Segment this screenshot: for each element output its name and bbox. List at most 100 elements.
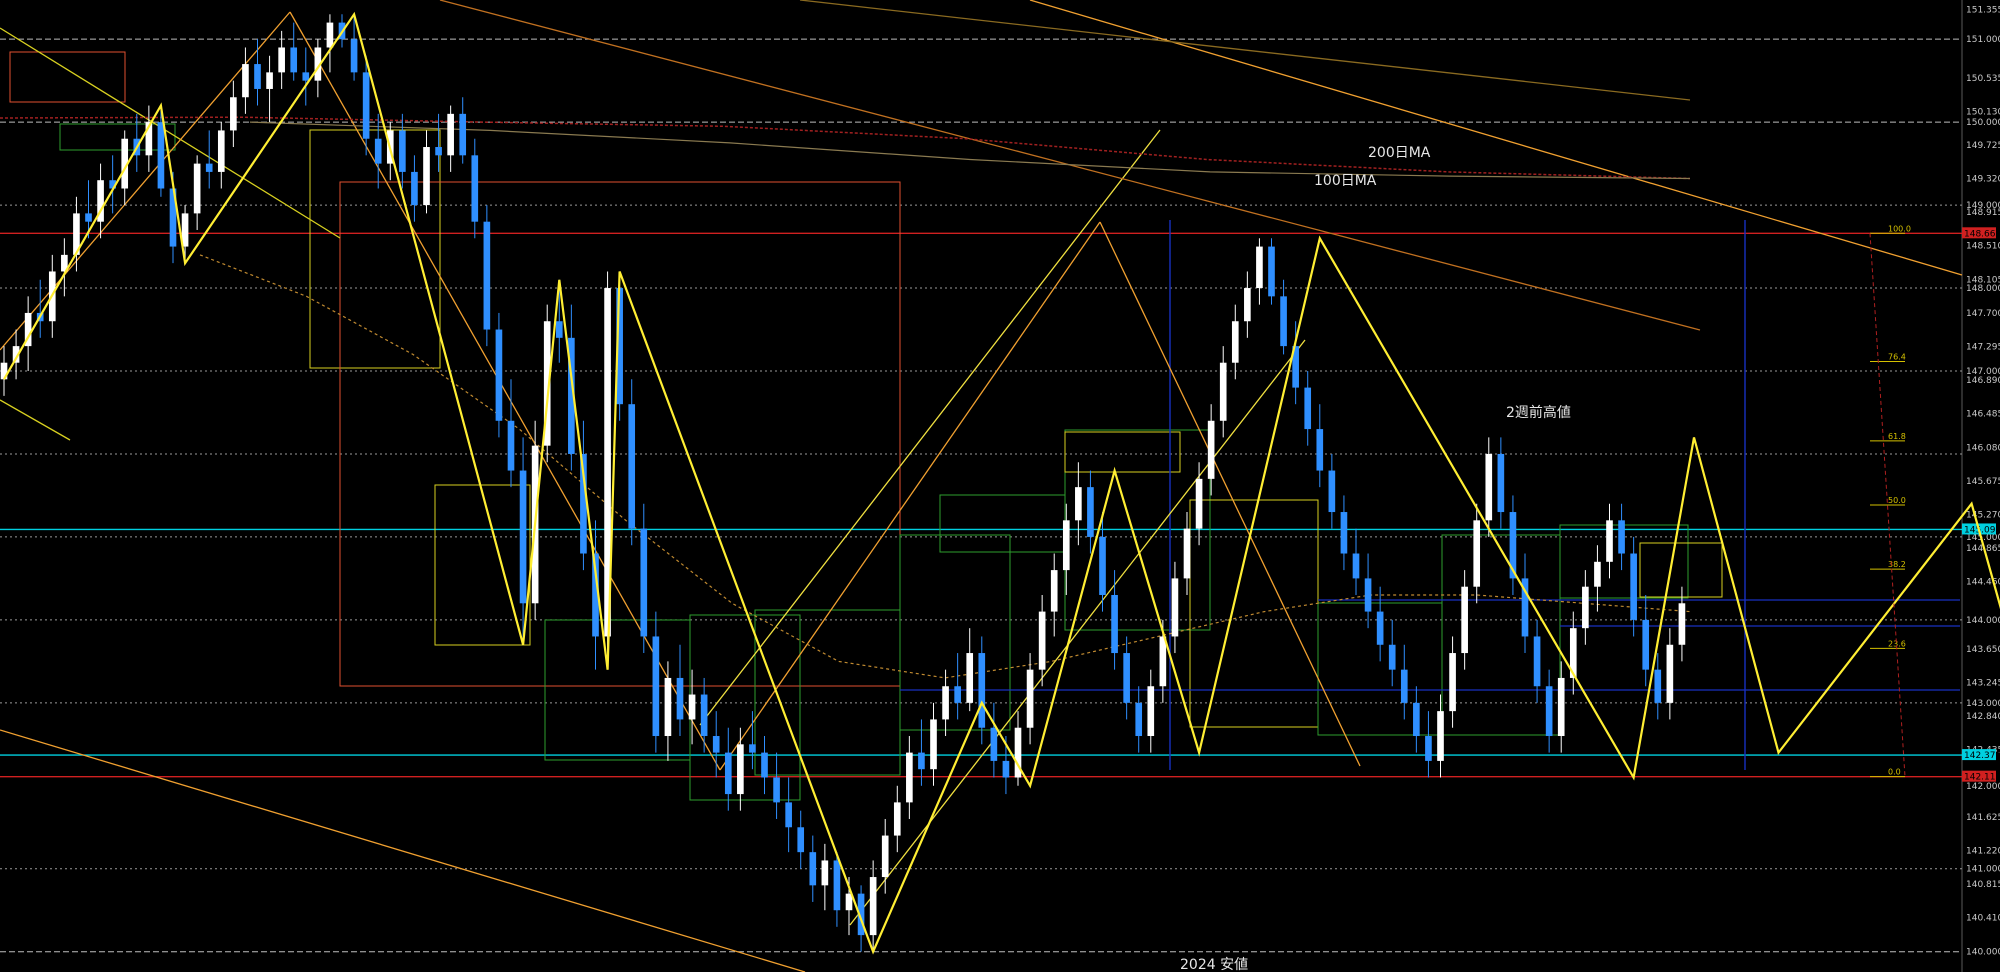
candle-body — [833, 860, 841, 911]
candle-body — [471, 155, 479, 222]
candle-body — [459, 113, 467, 156]
candle-body — [1099, 536, 1106, 595]
candle-body — [1207, 420, 1215, 479]
candle-body — [1183, 528, 1191, 579]
candle-body — [85, 213, 92, 222]
trend-line-1 — [0, 399, 71, 441]
candle-body — [254, 64, 261, 89]
candle-body — [869, 877, 877, 936]
fib-level-label: 76.4 — [1888, 353, 1906, 362]
candle-body — [1340, 512, 1348, 554]
y-tick-label: 147.295 — [1966, 343, 2000, 353]
candle-body — [1050, 570, 1058, 612]
candle-body — [978, 653, 986, 728]
trend-line-8 — [719, 221, 1101, 771]
y-tick-label: 146.890 — [1966, 376, 2000, 386]
price-tag-label: 142.111 — [1964, 773, 2000, 783]
candle-body — [1461, 586, 1468, 654]
candle-body — [205, 163, 213, 172]
candle-body — [495, 329, 503, 421]
candle-body — [423, 147, 430, 206]
candle-body — [555, 321, 563, 338]
trend-line-11 — [799, 0, 1691, 101]
fib-level-label: 100.0 — [1888, 224, 1911, 233]
y-tick-label: 140.410 — [1966, 914, 2000, 924]
candle-body — [374, 138, 382, 164]
candle-body — [664, 677, 672, 737]
candle-body — [652, 636, 660, 737]
candle-body — [1497, 453, 1505, 513]
candle-body — [881, 835, 889, 878]
range-box-16 — [1639, 542, 1723, 598]
candle-body — [1449, 653, 1456, 712]
candle-body — [773, 777, 780, 803]
y-tick-label: 151.000 — [1966, 35, 2000, 45]
candle-body — [1606, 520, 1613, 562]
candle-body — [797, 827, 805, 853]
candle-body — [1231, 321, 1239, 363]
candle-body — [918, 752, 925, 770]
candle-body — [1111, 594, 1118, 654]
candle-body — [1087, 487, 1094, 537]
y-tick-label: 147.700 — [1966, 309, 2000, 319]
candle-body — [990, 727, 998, 761]
ma200-label: 200日MA — [1368, 145, 1431, 161]
candle-body — [1304, 387, 1312, 430]
y-tick-label: 150.535 — [1966, 74, 2000, 84]
y-tick-label: 141.220 — [1966, 846, 2000, 856]
candle-body — [724, 752, 732, 795]
candle-body — [1159, 636, 1167, 687]
candle-body — [1400, 669, 1408, 703]
candle-body — [1666, 644, 1674, 703]
candle-body — [230, 97, 237, 131]
candle-body — [362, 72, 370, 139]
candle-body — [1256, 246, 1263, 289]
candle-body — [483, 221, 491, 330]
candle-body — [1485, 453, 1493, 521]
candle-body — [435, 147, 442, 156]
candle-body — [1425, 736, 1432, 761]
candle-body — [1678, 603, 1686, 645]
candle-body — [1594, 561, 1601, 587]
ma200-line — [0, 116, 1691, 180]
y-tick-label: 142.840 — [1966, 712, 2000, 722]
candle-body — [193, 163, 201, 214]
candle-body — [242, 64, 249, 98]
candle-body — [809, 852, 817, 886]
candle-body — [1545, 686, 1553, 737]
candle-body — [1413, 702, 1420, 737]
y-tick-label: 151.355 — [1966, 6, 2000, 16]
trend-line-4 — [699, 129, 1161, 726]
trend-line-5 — [849, 339, 1306, 926]
candle-body — [893, 802, 901, 836]
candle-body — [1328, 470, 1336, 513]
range-box-11 — [1064, 431, 1181, 473]
candle-body — [1473, 520, 1481, 587]
y-tick-label: 145.270 — [1966, 511, 2000, 521]
candle-body — [1557, 677, 1565, 737]
two-week-high-label: 2週前高値 — [1506, 404, 1571, 421]
candle-body — [1219, 362, 1227, 421]
candle-body — [749, 744, 756, 753]
trend-line-2 — [0, 729, 806, 972]
y-tick-label: 150.130 — [1966, 107, 2000, 117]
y-tick-label: 144.000 — [1966, 616, 2000, 626]
candle-body — [1195, 478, 1203, 529]
y-tick-label: 149.320 — [1966, 175, 2000, 185]
candle-body — [278, 47, 285, 73]
candle-body — [906, 752, 913, 803]
candle-body — [399, 130, 406, 172]
y-tick-label: 143.000 — [1966, 699, 2000, 709]
y-tick-label: 141.625 — [1966, 813, 2000, 823]
chart-root: 151.355 151.000 150.535 150.130 150.000 149.7… — [0, 0, 2000, 972]
ma100-label: 100日MA — [1314, 173, 1377, 189]
price-chart: 151.355 151.000 150.535 150.130150.000 149.7… — [0, 0, 2000, 972]
range-box-9 — [939, 494, 1066, 553]
candle-body — [1533, 636, 1541, 687]
candle-body — [1364, 578, 1372, 612]
candle-body — [350, 39, 358, 73]
y-tick-label: 143.650 — [1966, 645, 2000, 655]
trend-line-9 — [1099, 221, 1361, 767]
candle-body — [1135, 702, 1143, 737]
range-box-2 — [309, 129, 441, 369]
